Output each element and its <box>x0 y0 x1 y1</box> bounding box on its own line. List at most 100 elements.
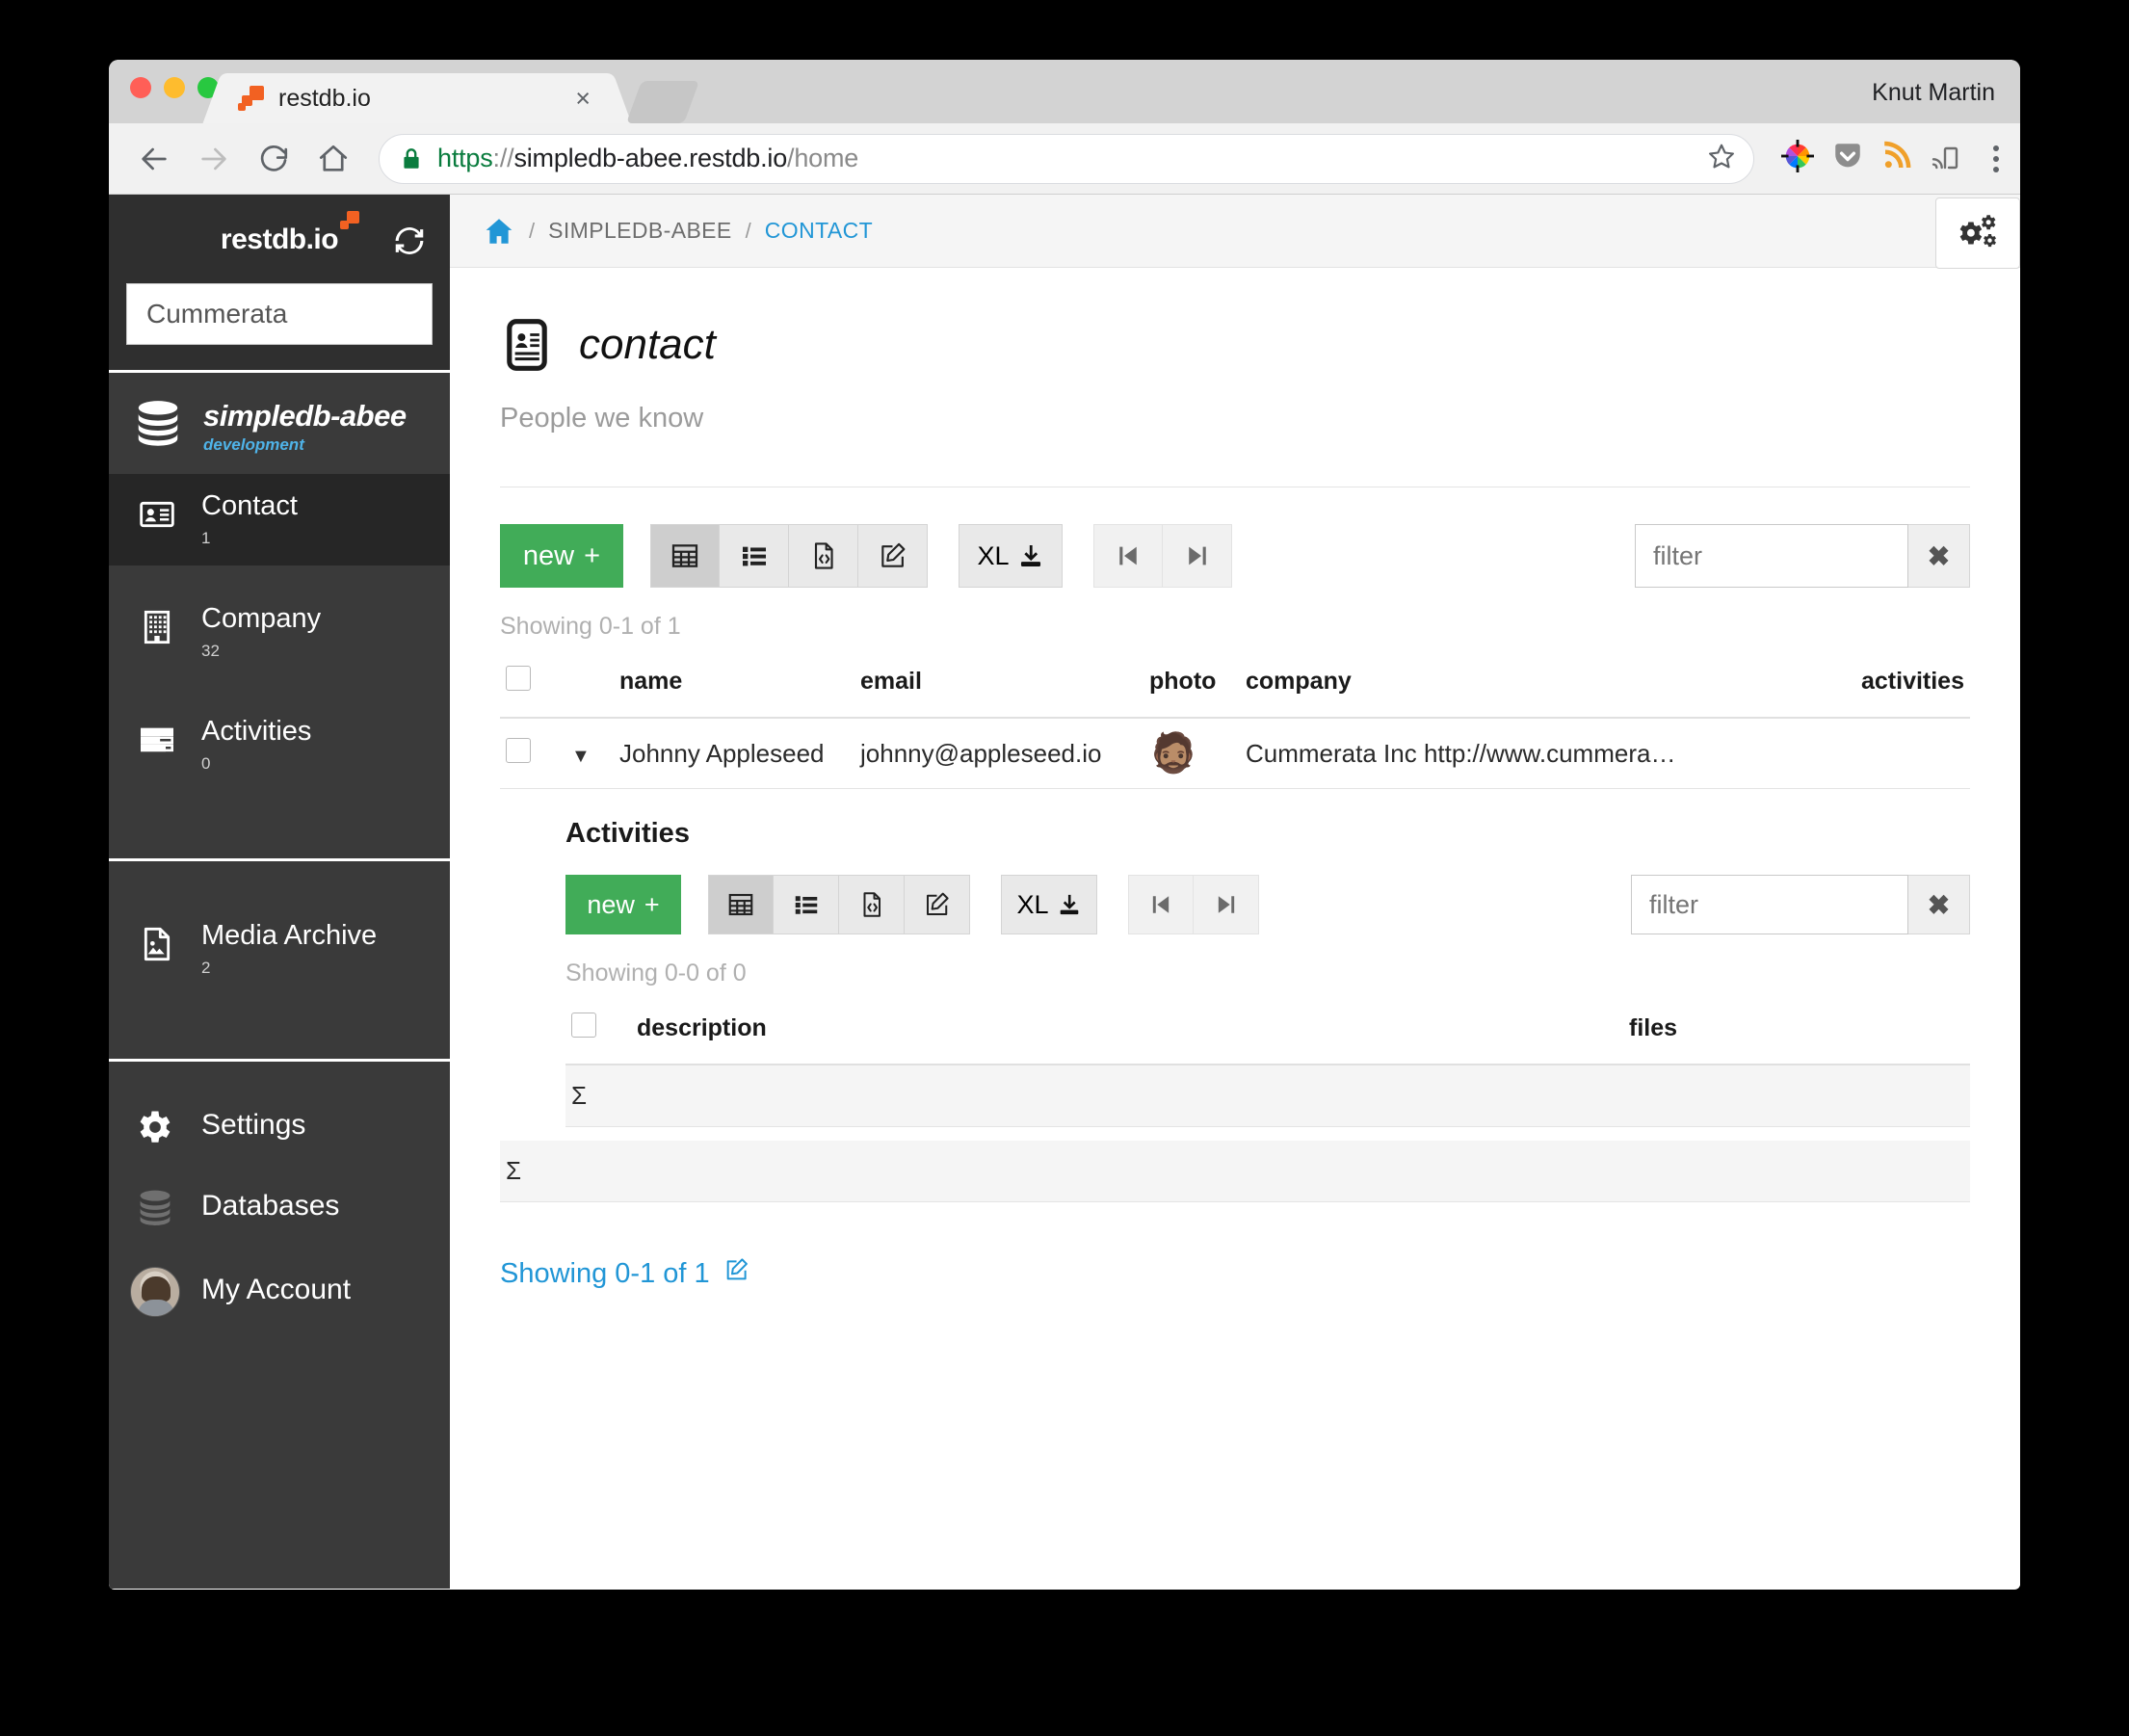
browser-profile-name[interactable]: Knut Martin <box>1872 79 1995 107</box>
close-window-button[interactable] <box>130 77 151 98</box>
edit-view-button[interactable] <box>858 524 928 588</box>
sidebar-item-settings[interactable]: Settings <box>109 1085 450 1166</box>
contacts-toolbar: new + XL filter ✖ <box>500 524 1970 588</box>
browser-menu-button[interactable] <box>1993 145 1999 172</box>
bookmark-star-icon[interactable] <box>1707 142 1736 175</box>
main-content: / SIMPLEDB-ABEE / CONTACT contact People… <box>450 195 2020 1589</box>
refresh-icon[interactable] <box>392 224 427 263</box>
back-button[interactable] <box>130 135 178 183</box>
address-bar[interactable]: https://simpledb-abee.restdb.io/home <box>379 133 1754 184</box>
browser-tab-active[interactable]: restdb.io × <box>224 73 610 123</box>
browser-tab-inactive[interactable] <box>625 81 700 123</box>
collection-settings-button[interactable] <box>1935 197 2020 269</box>
sidebar-item-company[interactable]: Company 32 <box>109 587 450 678</box>
activities-toolbar: new + XL filter ✖ <box>565 875 1970 934</box>
sidebar-item-contact[interactable]: Contact 1 <box>109 474 450 566</box>
contacts-table: name email photo company activities ▼ Jo… <box>500 654 1970 789</box>
column-header-company[interactable]: company <box>1240 654 1806 719</box>
browser-window: restdb.io × Knut Martin https://simpledb… <box>109 60 2020 1590</box>
browser-tab-strip: restdb.io × Knut Martin <box>109 60 2020 123</box>
pocket-extension-icon[interactable] <box>1831 140 1864 177</box>
browser-toolbar: https://simpledb-abee.restdb.io/home <box>109 123 2020 195</box>
export-group: XL <box>959 524 1063 588</box>
activities-code-view-button[interactable] <box>839 875 905 934</box>
edit-pencil-icon[interactable] <box>723 1256 750 1291</box>
activities-pagination-group <box>1128 875 1259 934</box>
sidebar-item-label: Company <box>201 602 322 634</box>
table-row[interactable]: ▼ Johnny Appleseed johnny@appleseed.io 🧔… <box>500 718 1970 789</box>
breadcrumb-item-database[interactable]: SIMPLEDB-ABEE <box>548 218 732 244</box>
home-button[interactable] <box>309 135 357 183</box>
activities-export-xl-button[interactable]: XL <box>1001 875 1097 934</box>
cell-photo: 🧔🏽 <box>1143 718 1240 789</box>
activities-filter-input[interactable] <box>1631 875 1908 934</box>
activities-list-view-button[interactable] <box>774 875 839 934</box>
new-record-button[interactable]: new + <box>500 524 623 588</box>
breadcrumb-item-collection[interactable]: CONTACT <box>765 218 873 244</box>
sidebar-logo[interactable]: restdb.io <box>221 211 360 256</box>
activities-sum-symbol[interactable]: Σ <box>565 1065 631 1127</box>
export-xl-button[interactable]: XL <box>959 524 1063 588</box>
close-tab-button[interactable]: × <box>569 85 596 112</box>
grid-view-button[interactable] <box>650 524 720 588</box>
activities-filter-controls: ✖ <box>1631 875 1970 934</box>
column-header-email[interactable]: email <box>854 654 1143 719</box>
column-header-name[interactable]: name <box>614 654 854 719</box>
database-icon <box>134 1182 176 1230</box>
first-page-button[interactable] <box>1093 524 1163 588</box>
restdb-favicon-icon <box>238 85 265 112</box>
column-header-activities[interactable]: activities <box>1806 654 1970 719</box>
activities-clear-filter-button[interactable]: ✖ <box>1908 875 1970 934</box>
window-controls <box>130 77 219 98</box>
activities-grid-view-button[interactable] <box>708 875 774 934</box>
page-subtitle: People we know <box>500 403 704 434</box>
database-name: simpledb-abee <box>203 398 407 433</box>
view-mode-group <box>650 524 928 588</box>
column-header-description[interactable]: description <box>631 1001 1623 1065</box>
select-all-checkbox[interactable] <box>506 666 531 691</box>
sidebar-database-header[interactable]: simpledb-abee development <box>109 373 450 474</box>
column-header-photo[interactable]: photo <box>1143 654 1240 719</box>
sidebar-search-input[interactable] <box>126 283 433 345</box>
database-environment: development <box>203 434 304 454</box>
sidebar-item-count: 0 <box>201 753 211 773</box>
building-icon <box>136 604 178 646</box>
contact-card-icon <box>500 318 554 372</box>
reload-button[interactable] <box>250 135 298 183</box>
sidebar-divider <box>109 857 450 861</box>
contacts-sum-symbol[interactable]: Σ <box>500 1141 1970 1202</box>
activities-last-page-button[interactable] <box>1194 875 1259 934</box>
activities-new-record-button[interactable]: new + <box>565 875 681 934</box>
filter-input[interactable] <box>1635 524 1908 588</box>
sidebar-item-media-archive[interactable]: Media Archive 2 <box>109 904 450 995</box>
cast-icon[interactable] <box>1930 141 1960 176</box>
app-root: restdb.io Cummerata simpledb-abee develo… <box>109 195 2020 1589</box>
clear-filter-button[interactable]: ✖ <box>1908 524 1970 588</box>
last-page-button[interactable] <box>1163 524 1232 588</box>
sidebar-item-my-account[interactable]: My Account <box>109 1247 450 1333</box>
code-view-button[interactable] <box>789 524 858 588</box>
colorpicker-extension-icon[interactable] <box>1781 140 1814 177</box>
page-title-row: contact <box>500 318 1970 372</box>
rss-feed-icon[interactable] <box>1881 141 1912 176</box>
chevron-down-icon[interactable]: ▼ <box>571 746 591 767</box>
activities-edit-view-button[interactable] <box>905 875 970 934</box>
list-view-button[interactable] <box>720 524 789 588</box>
home-icon[interactable] <box>483 215 515 248</box>
forward-button[interactable] <box>190 135 238 183</box>
sidebar-item-label: My Account <box>201 1274 352 1306</box>
row-checkbox[interactable] <box>506 737 531 763</box>
plus-icon: + <box>644 889 660 919</box>
activities-first-page-button[interactable] <box>1128 875 1194 934</box>
new-record-label: new <box>587 889 635 919</box>
contact-card-icon <box>136 491 178 534</box>
minimize-window-button[interactable] <box>164 77 185 98</box>
breadcrumb-separator: / <box>745 218 751 243</box>
restdb-logo-mark-icon <box>340 211 360 230</box>
column-header-files[interactable]: files <box>1623 1001 1970 1065</box>
activities-select-all-checkbox[interactable] <box>571 1013 596 1038</box>
sidebar-item-databases[interactable]: Databases <box>109 1166 450 1247</box>
footer-showing-link[interactable]: Showing 0-1 of 1 <box>500 1256 1970 1291</box>
sidebar-item-activities[interactable]: Activities 0 <box>109 699 450 791</box>
row-expand-cell: ▼ <box>565 718 614 789</box>
